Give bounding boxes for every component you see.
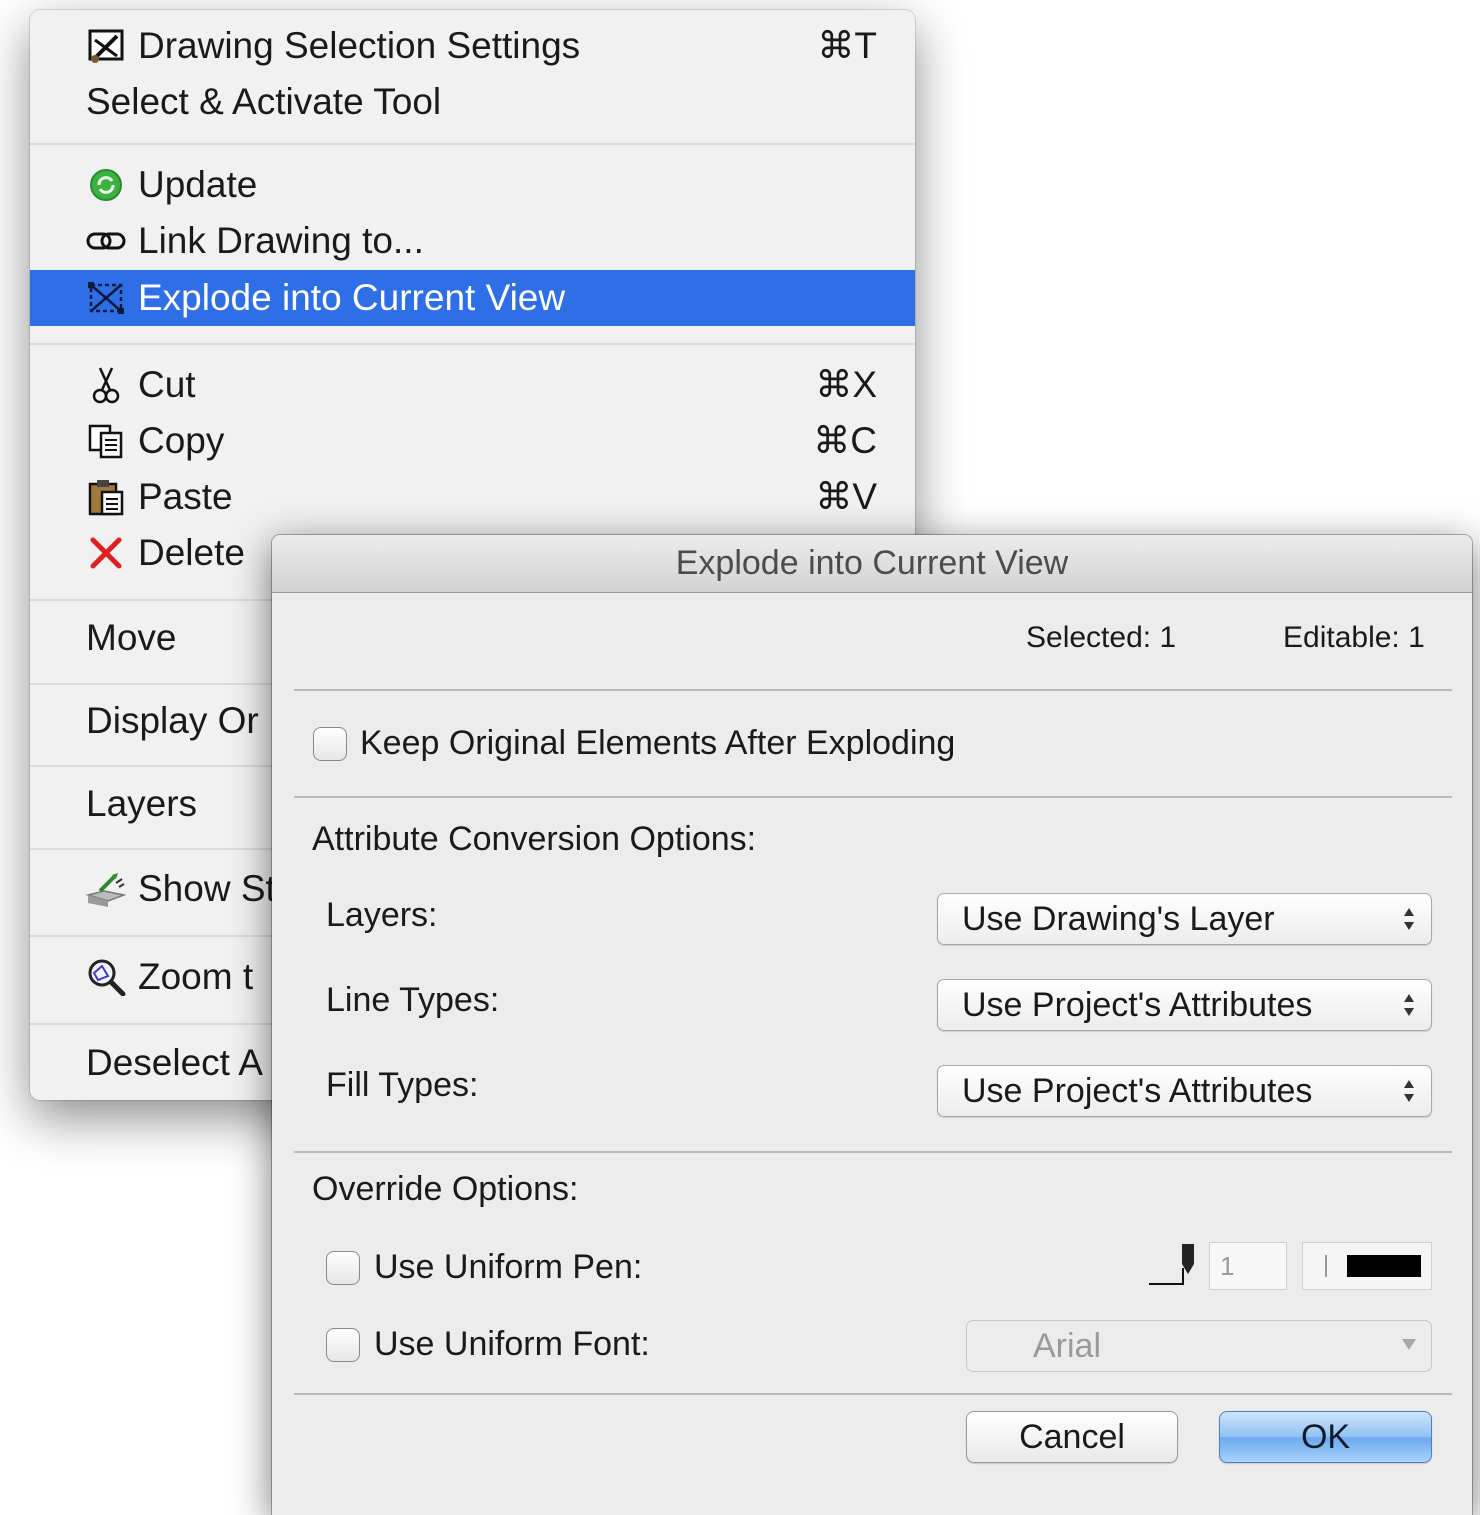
menu-item-label: Copy (138, 420, 225, 461)
divider (294, 796, 1452, 798)
cancel-button[interactable]: Cancel (966, 1411, 1178, 1463)
menu-item-label: Layers (86, 783, 198, 824)
menu-item-label: Zoom t (138, 956, 254, 997)
menu-item-label: Select & Activate Tool (86, 81, 442, 122)
pen-number-field[interactable]: 1 (1209, 1242, 1287, 1290)
uniform-pen-label: Use Uniform Pen: (374, 1248, 643, 1286)
layers-popup-value: Use Drawing's Layer (962, 900, 1275, 938)
delete-icon (86, 535, 126, 571)
divider (294, 1151, 1452, 1153)
selected-count: Selected: 1 (1026, 621, 1177, 654)
copy-icon (86, 423, 126, 459)
menu-item-label: Paste (138, 476, 233, 517)
explode-dialog: Explode into Current View Selected: 1 Ed… (272, 535, 1472, 1515)
zoom-icon (86, 959, 126, 996)
menu-item-label: Drawing Selection Settings (138, 25, 581, 66)
chevron-down-icon (1402, 1339, 1416, 1350)
font-popup-value: Arial (1033, 1327, 1102, 1365)
updown-arrows-icon (1404, 1080, 1414, 1102)
menu-item-label: Explode into Current View (138, 277, 566, 318)
divider (294, 1393, 1452, 1395)
attribute-conversion-heading: Attribute Conversion Options: (312, 820, 757, 858)
scissors-icon (86, 367, 126, 404)
updown-arrows-icon (1404, 994, 1414, 1016)
menu-item-shortcut: ⌘T (817, 25, 877, 66)
uniform-font-label: Use Uniform Font: (374, 1325, 650, 1363)
menu-item-link-drawing[interactable]: Link Drawing to... (30, 213, 915, 269)
updown-arrows-icon (1404, 908, 1414, 930)
keep-original-checkbox[interactable] (313, 727, 347, 761)
menu-separator (30, 143, 915, 145)
menu-item-select-activate-tool[interactable]: Select & Activate Tool (30, 74, 915, 130)
menu-item-cut[interactable]: Cut ⌘X (30, 357, 915, 413)
explode-icon (86, 280, 126, 316)
line-types-popup-value: Use Project's Attributes (962, 986, 1313, 1024)
editable-count: Editable: 1 (1283, 621, 1425, 654)
menu-item-shortcut: ⌘C (813, 420, 877, 461)
menu-item-explode-into-current-view[interactable]: Explode into Current View (30, 270, 915, 326)
menu-separator (30, 343, 915, 345)
menu-item-shortcut: ⌘X (815, 364, 877, 405)
menu-item-label: Move (86, 617, 177, 658)
uniform-font-checkbox[interactable] (326, 1328, 360, 1362)
menu-item-label: Display Or (86, 700, 259, 741)
ok-button[interactable]: OK (1219, 1411, 1432, 1463)
menu-item-label: Delete (138, 532, 245, 573)
paste-icon (86, 479, 126, 516)
show-icon (86, 871, 126, 907)
uniform-pen-checkbox[interactable] (326, 1251, 360, 1285)
menu-item-label: Show St (138, 868, 276, 909)
fill-types-popup[interactable]: Use Project's Attributes (937, 1065, 1432, 1117)
menu-item-drawing-selection-settings[interactable]: Drawing Selection Settings ⌘T (30, 18, 915, 74)
menu-item-paste[interactable]: Paste ⌘V (30, 469, 915, 525)
menu-item-update[interactable]: Update (30, 157, 915, 213)
line-types-popup[interactable]: Use Project's Attributes (937, 979, 1432, 1031)
line-types-label: Line Types: (326, 981, 500, 1019)
keep-original-label: Keep Original Elements After Exploding (360, 724, 956, 762)
menu-item-label: Update (138, 164, 258, 205)
menu-item-copy[interactable]: Copy ⌘C (30, 413, 915, 469)
override-options-heading: Override Options: (312, 1170, 579, 1208)
menu-item-label: Link Drawing to... (138, 220, 424, 261)
layers-label: Layers: (326, 896, 438, 934)
dialog-title: Explode into Current View (272, 535, 1472, 593)
update-icon (86, 167, 126, 203)
menu-item-shortcut: ⌘V (815, 476, 877, 517)
font-popup[interactable]: Arial (966, 1320, 1432, 1372)
pen-color-swatch[interactable] (1302, 1242, 1432, 1290)
pen-icon (1147, 1240, 1205, 1288)
fill-types-popup-value: Use Project's Attributes (962, 1072, 1313, 1110)
menu-item-label: Cut (138, 364, 196, 405)
layers-popup[interactable]: Use Drawing's Layer (937, 893, 1432, 945)
link-icon (86, 223, 126, 259)
menu-item-label: Deselect A (86, 1042, 263, 1083)
drawing-settings-icon (86, 28, 126, 64)
fill-types-label: Fill Types: (326, 1066, 479, 1104)
divider (294, 689, 1452, 691)
